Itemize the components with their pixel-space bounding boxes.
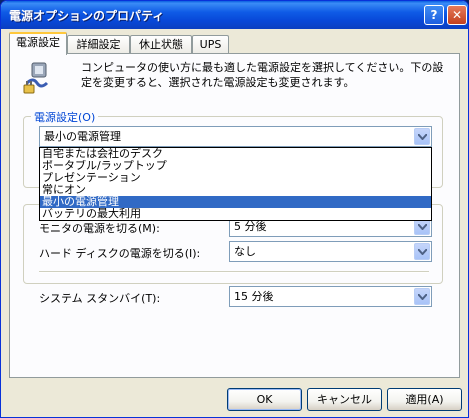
window-title: 電源オプションのプロパティ [9,9,165,23]
dropdown-option[interactable]: ポータブル/ラップトップ [40,160,431,172]
ok-button[interactable]: OK [227,388,302,411]
tab-advanced[interactable]: 詳細設定 [67,35,130,54]
apply-button[interactable]: 適用(A) [387,388,462,411]
description-text: コンピュータの使い方に最も適した電源設定を選択してください。下の設定を変更すると… [81,61,444,89]
power-scheme-value: 最小の電源管理 [44,130,121,143]
title-bar[interactable]: 電源オプションのプロパティ ? ✕ [1,1,468,29]
dropdown-option[interactable]: バッテリの最大利用 [40,208,431,220]
power-options-dialog: 電源オプションのプロパティ ? ✕ 電源設定 詳細設定 休止状態 UPS コンピ… [0,0,469,418]
tab-power-schemes[interactable]: 電源設定 [9,32,67,55]
chevron-down-icon[interactable] [414,243,430,260]
standby-label: システム スタンバイ(T): [39,292,161,305]
power-scheme-label: 電源設定(O) [31,109,99,125]
monitor-off-label: モニタの電源を切る(M): [39,222,160,235]
chevron-down-icon[interactable] [414,288,430,305]
harddisk-off-combo[interactable]: なし [229,241,432,262]
harddisk-off-value: なし [234,245,256,258]
dropdown-option-selected[interactable]: 最小の電源管理 [40,196,431,208]
dropdown-option[interactable]: 自宅または会社のデスク [40,148,431,160]
dropdown-option[interactable]: 常にオン [40,184,431,196]
close-button[interactable]: ✕ [447,5,467,25]
cancel-button[interactable]: キャンセル [307,388,382,411]
monitor-off-value: 5 分後 [234,220,267,233]
power-scheme-dropdown-list[interactable]: 自宅または会社のデスク ポータブル/ラップトップ プレゼンテーション 常にオン … [39,147,432,221]
power-scheme-combo[interactable]: 最小の電源管理 [39,126,432,147]
standby-value: 15 分後 [234,290,274,303]
dropdown-option[interactable]: プレゼンテーション [40,172,431,184]
tab-hibernate[interactable]: 休止状態 [130,35,192,54]
tab-ups[interactable]: UPS [192,35,229,54]
harddisk-off-label: ハード ディスクの電源を切る(I): [39,247,201,260]
separator [39,271,429,273]
help-button[interactable]: ? [424,5,444,25]
chevron-down-icon[interactable] [414,128,430,145]
standby-combo[interactable]: 15 分後 [229,286,432,307]
power-plug-icon [23,62,49,94]
